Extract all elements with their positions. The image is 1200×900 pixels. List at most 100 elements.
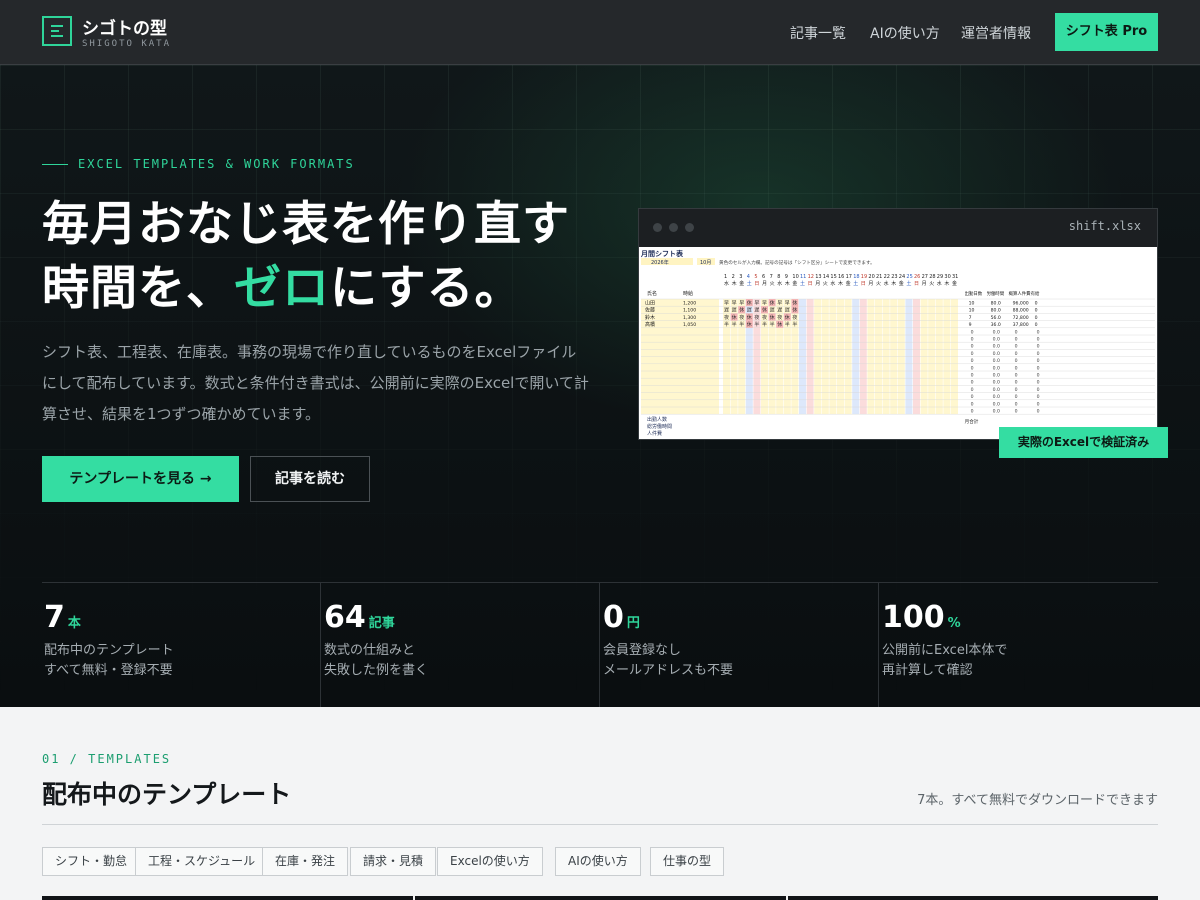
sheet-shift-code: 早 [739,301,744,307]
sheet-summary-value: 96,000 [1013,301,1029,307]
sheet-summary-value: 0 [1015,387,1018,393]
sheet-shift-code: 半 [792,321,797,328]
sheet-day-number: 25 [906,274,912,280]
hero-section: EXCEL TEMPLATES & WORK FORMATS 毎月おなじ表を作り… [0,65,1200,707]
tag-work-patterns[interactable]: 仕事の型 [650,847,725,876]
sheet-day-number: 30 [944,274,950,280]
template-card-top [788,896,1158,900]
sheet-summary-value: 0 [971,365,974,371]
sheet-summary-value: 0.0 [993,409,1000,415]
tag-schedule[interactable]: 工程・スケジュール [135,847,269,876]
nav-ai-usage[interactable]: AIの使い方 [870,23,940,43]
sheet-summary-value: 0.0 [993,387,1000,393]
sheet-shift-code: 休 [770,300,775,307]
sheet-footer-label: 出勤人数 [647,416,667,423]
sheet-shift-code: 半 [732,321,737,328]
tag-shift[interactable]: シフト・勤怠 [42,847,141,876]
sheet-day-number: 8 [777,274,780,280]
stat-separator [320,582,321,707]
sheet-weekday: 月 [762,281,767,287]
sheet-summary-value: 0 [1037,358,1040,364]
tag-ai[interactable]: AIの使い方 [555,847,641,876]
sheet-summary-value: 0 [1015,409,1018,415]
sheet-weekday: 日 [914,281,919,287]
view-templates-button[interactable]: テンプレートを見る → [42,456,239,502]
nav-articles[interactable]: 記事一覧 [790,23,846,43]
stat-articles: 64 記事 数式の仕組みと 失敗した例を書く [324,600,594,700]
brand-name[interactable]: シゴトの型 [82,14,167,39]
site-header: シゴトの型 SHIGOTO KATA 記事一覧 AIの使い方 運営者情報 シフト… [0,0,1200,65]
stat-unit: 記事 [368,616,395,631]
sheet-shift-code: 夜 [739,314,744,321]
hero-lead: シフト表、工程表、在庫表。事務の現場で作り直しているものをExcelファイルにし… [42,343,589,423]
sheet-staff-rate: 1,100 [683,308,696,314]
sheet-shift-code: 半 [762,321,767,328]
sheet-summary-value: 0 [1035,322,1038,328]
shift-pro-button[interactable]: シフト表 Pro [1055,13,1158,51]
sheet-summary-value: 0 [1015,365,1018,371]
sheet-shift-code: 遅 [777,308,782,314]
stat-label-line: メールアドレスも不要 [603,663,734,678]
sheet-weekday: 火 [823,281,828,287]
sheet-summary-value: 0 [1037,337,1040,343]
sheet-summary-value: 10 [969,308,975,314]
nav-about[interactable]: 運営者情報 [961,23,1031,43]
templates-section: 01 / TEMPLATES 配布中のテンプレート 7本。すべて無料でダウンロー… [0,707,1200,900]
tag-invoice[interactable]: 請求・見積 [350,847,437,876]
tag-excel[interactable]: Excelの使い方 [437,847,543,876]
sheet-summary-value: 0 [1037,401,1040,407]
read-articles-button[interactable]: 記事を読む [250,456,370,502]
sheet-summary-value: 10 [969,301,975,307]
sheet-shift-code: 休 [777,321,782,328]
sheet-summary-value: 0.0 [993,373,1000,379]
sheet-shift-code: 早 [762,301,767,307]
sheet-weekday: 日 [754,281,759,287]
headline-accent: ゼロ [234,261,330,316]
stat-price: 0円 会員登録なし メールアドレスも不要 [603,600,873,700]
tag-inventory[interactable]: 在庫・発注 [262,847,349,876]
sheet-weekday: 土 [853,280,858,287]
sheet-day-number: 21 [876,274,882,280]
sheet-summary-header: 労働時間 [987,290,1005,297]
sheet-day-number: 22 [884,274,890,280]
logo-icon[interactable] [42,16,72,46]
sheet-day-number: 16 [838,274,844,280]
sheet-staff-name: 鈴木 [645,314,655,321]
sheet-shift-code: 半 [754,321,759,328]
sheet-shift-code: 夜 [762,314,767,321]
preview-filename: shift.xlsx [1068,219,1141,233]
sheet-shift-code: 早 [785,301,790,307]
stat-separator [599,582,600,707]
sheet-summary-value: 88,000 [1013,308,1029,314]
sheet-summary-value: 0 [971,380,974,386]
sheet-shift-code: 休 [762,307,767,314]
sheet-day-number: 23 [891,274,897,280]
sheet-summary-value: 0 [1035,308,1038,314]
sheet-summary-value: 0 [1015,373,1018,379]
sheet-staff-name: 佐藤 [645,307,655,314]
sheet-shift-code: 休 [732,314,737,321]
sheet-shift-code: 休 [747,314,752,321]
sheet-weekday: 土 [800,280,805,287]
sheet-weekday: 月 [815,281,820,287]
sheet-summary-header: 出勤日数 [965,290,983,297]
stat-value: 7 [44,600,65,635]
sheet-shift-code: 早 [777,301,782,307]
sheet-summary-value: 0.0 [993,358,1000,364]
sheet-staff-name: 山田 [645,300,655,307]
sheet-day-number: 6 [762,274,765,280]
sheet-day-number: 2 [732,274,735,280]
sheet-summary-value: 0 [1015,351,1018,357]
sheet-shift-code: 休 [785,314,790,321]
stat-label-line: 会員登録なし [603,643,682,658]
sheet-summary-value: 0 [971,394,974,400]
sheet-title: 月間シフト表 [640,249,684,258]
sheet-summary-value: 0.0 [993,365,1000,371]
sheet-shift-code: 休 [739,307,744,314]
sheet-weekday: 木 [838,280,843,287]
sheet-shift-code: 夜 [754,314,759,321]
sheet-summary-value: 0 [1015,337,1018,343]
sheet-shift-code: 遅 [754,308,759,314]
sheet-day-number: 5 [754,274,757,280]
templates-note: 7本。すべて無料でダウンロードできます [917,793,1158,808]
